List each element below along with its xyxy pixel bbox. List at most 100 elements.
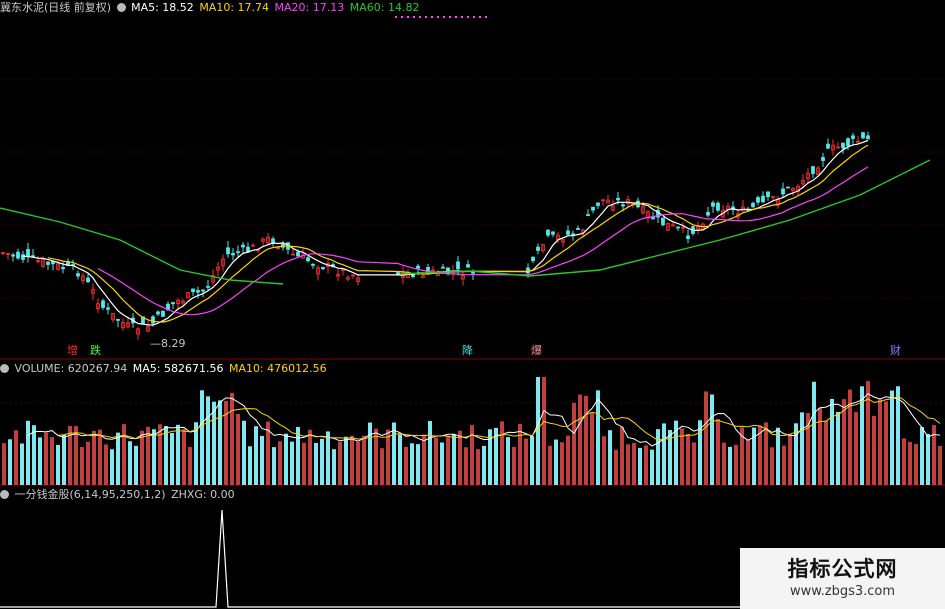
volume-bar — [302, 442, 306, 485]
volume-bar — [14, 430, 18, 485]
ma10-line — [47, 144, 869, 323]
volume-bar — [578, 394, 582, 485]
volume-bar — [260, 435, 264, 485]
volume-panel-header: VOLUME: 620267.94 MA5: 582671.56 MA10: 4… — [0, 361, 329, 377]
signal-dot — [455, 16, 457, 18]
candle-body — [551, 231, 555, 235]
volume-bar — [788, 433, 792, 485]
volume-bar — [8, 439, 12, 485]
candle-body — [536, 246, 540, 251]
volume-bar — [380, 448, 384, 485]
ma5-readout: MA5: 18.52 — [131, 1, 194, 14]
candle-body — [456, 261, 460, 270]
volume-readout: VOLUME: 620267.94 — [14, 362, 128, 375]
volume-ma5-readout: MA5: 582671.56 — [132, 362, 224, 375]
price-panel-header: 冀东水泥(日线 前复权) MA5: 18.52 MA10: 17.74 MA20… — [0, 0, 421, 16]
volume-bar — [26, 420, 30, 485]
volume-bar — [242, 420, 246, 485]
volume-bar — [926, 433, 930, 485]
candle-body — [781, 188, 785, 195]
volume-bar — [404, 446, 408, 485]
volume-bar — [464, 447, 468, 485]
volume-bar — [398, 434, 402, 485]
volume-bar — [368, 422, 372, 485]
signal-dot — [395, 16, 397, 18]
volume-bar — [872, 415, 876, 485]
candle-body — [661, 217, 665, 226]
volume-bar — [248, 446, 252, 485]
candle-body — [106, 307, 110, 310]
candle-body — [531, 256, 535, 262]
watermark-logo: 指标公式网 www.zbgs3.com — [740, 548, 945, 609]
volume-bar — [296, 426, 300, 485]
volume-bar — [584, 395, 588, 485]
ma60-readout: MA60: 14.82 — [349, 1, 420, 14]
candle-body — [756, 197, 760, 203]
volume-bar — [878, 399, 882, 485]
candle-body — [761, 195, 765, 203]
volume-bar — [716, 419, 720, 485]
candle-body — [811, 166, 815, 174]
volume-bar — [218, 400, 222, 485]
volume-bar — [692, 442, 696, 485]
volume-bar — [434, 437, 438, 485]
candle-body — [206, 285, 210, 288]
volume-bar — [938, 445, 942, 485]
volume-bar — [272, 447, 276, 485]
volume-bar — [572, 402, 576, 485]
candle-body — [161, 310, 165, 317]
candle-body — [676, 226, 680, 229]
volume-bar — [164, 426, 168, 485]
settings-circle-icon[interactable] — [0, 364, 9, 373]
candle-body — [596, 202, 600, 206]
settings-circle-icon[interactable] — [0, 490, 9, 499]
volume-bar — [866, 381, 870, 485]
signal-dot — [485, 16, 487, 18]
indicator-name: 一分钱金股(6,14,95,250,1,2) — [14, 488, 166, 501]
volume-bar — [98, 429, 102, 485]
candle-body — [11, 254, 15, 257]
volume-bar — [470, 425, 474, 485]
volume-bar — [902, 438, 906, 485]
volume-bar — [80, 447, 84, 485]
volume-bar — [170, 433, 174, 485]
volume-bar — [770, 447, 774, 485]
candle-body — [526, 267, 530, 274]
volume-bar — [386, 429, 390, 485]
signal-dot — [419, 16, 421, 18]
volume-bar — [392, 422, 396, 485]
volume-bar — [344, 436, 348, 485]
settings-circle-icon[interactable] — [116, 3, 126, 12]
volume-bar — [818, 407, 822, 485]
volume-bar — [686, 433, 690, 485]
candle-body — [861, 132, 865, 139]
volume-bar — [236, 413, 240, 485]
candle-body — [716, 202, 720, 211]
candle-body — [226, 247, 230, 255]
volume-bar — [458, 430, 462, 485]
signal-dot — [401, 16, 403, 18]
volume-bar — [62, 434, 66, 485]
volume-bar — [542, 377, 546, 485]
candle-body — [21, 254, 25, 260]
volume-bar — [560, 442, 564, 485]
volume-bar — [704, 391, 708, 485]
signal-dot — [461, 16, 463, 18]
volume-bar — [482, 445, 486, 485]
signal-dot — [473, 16, 475, 18]
stock-title: 冀东水泥(日线 前复权) — [0, 1, 112, 14]
signal-dot — [479, 16, 481, 18]
volume-bar — [320, 438, 324, 485]
volume-bar — [38, 437, 42, 485]
candle-body — [101, 300, 105, 308]
low-price-label: —8.29 — [150, 337, 186, 350]
volume-bar — [734, 444, 738, 485]
volume-bar — [152, 429, 156, 485]
volume-bar — [650, 449, 654, 485]
stock-chart[interactable] — [0, 0, 945, 609]
candle-body — [576, 228, 580, 230]
volume-bar — [92, 430, 96, 485]
candle-body — [621, 204, 625, 207]
candle-body — [196, 290, 200, 293]
volume-bar — [32, 425, 36, 485]
